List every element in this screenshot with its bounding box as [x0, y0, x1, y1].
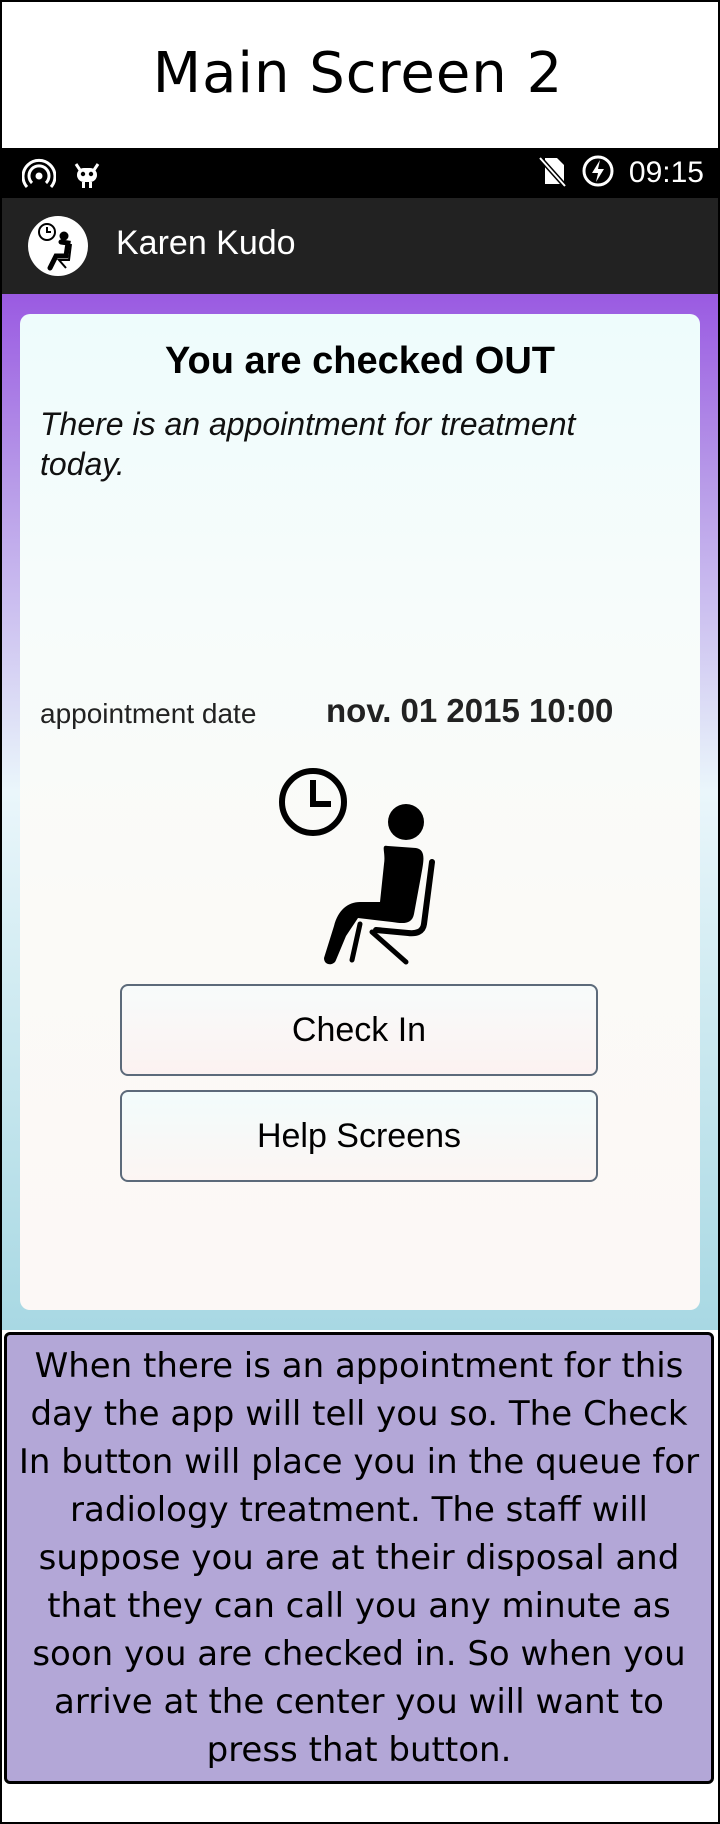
no-sim-icon	[537, 154, 567, 192]
waiting-person-clock-icon	[276, 764, 446, 970]
battery-charging-icon	[581, 154, 615, 192]
appointment-date-label: appointment date	[40, 698, 257, 729]
screen-description: When there is an appointment for this da…	[4, 1332, 714, 1784]
appointment-date-value: nov. 01 2015 10:00	[326, 692, 614, 729]
checkin-status-title: You are checked OUT	[165, 340, 555, 382]
check-in-button[interactable]: Check In	[120, 984, 598, 1076]
wifi-hotspot-icon	[21, 156, 57, 194]
mockup-title: Main Screen 2	[152, 40, 564, 106]
waiting-person-icon[interactable]	[28, 216, 88, 276]
app-bar: Karen Kudo	[2, 198, 718, 294]
appointment-note: There is an appointment for treatment to…	[40, 406, 576, 482]
status-time: 09:15	[628, 156, 704, 189]
help-screens-button[interactable]: Help Screens	[120, 1090, 598, 1182]
user-name: Karen Kudo	[116, 224, 296, 262]
status-bar: 09:15	[2, 148, 718, 198]
android-debug-icon	[72, 156, 102, 194]
